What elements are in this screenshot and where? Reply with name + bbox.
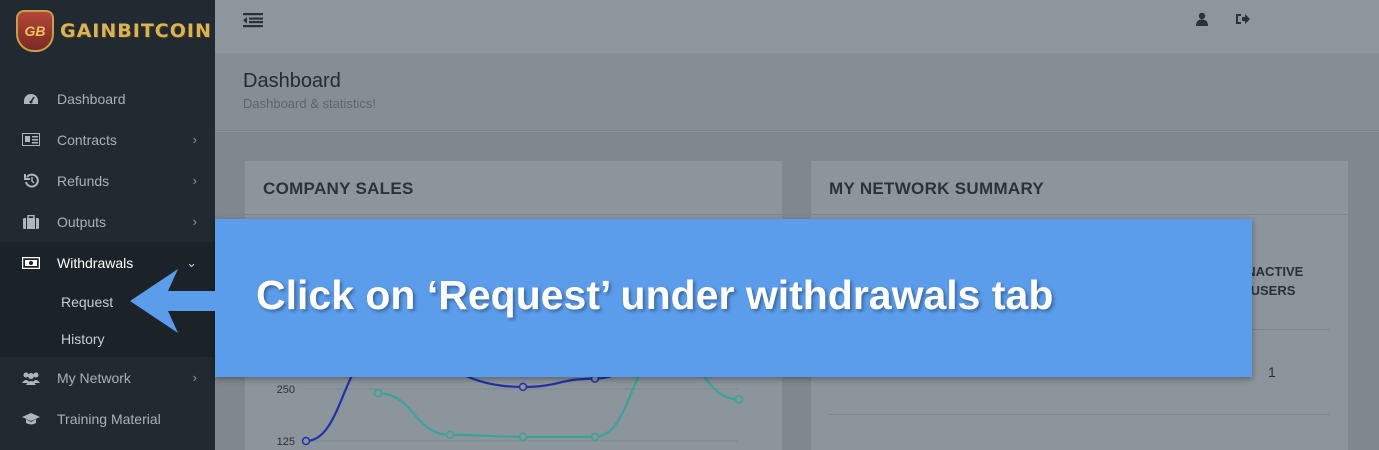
data-point: [590, 432, 600, 442]
sidebar-item-dashboard[interactable]: Dashboard: [0, 78, 215, 119]
sidebar-item-training-material[interactable]: Training Material: [0, 398, 215, 439]
dashboard-icon: [22, 91, 40, 107]
data-point: [373, 388, 383, 398]
page-subtitle: Dashboard & statistics!: [243, 96, 376, 111]
data-point: [518, 432, 528, 442]
sidebar-item-label: Contracts: [57, 131, 117, 148]
graduation-cap-icon: [22, 411, 40, 427]
user-icon[interactable]: [1195, 12, 1209, 31]
instruction-text: Click on ‘Request’ under withdrawals tab: [256, 272, 1054, 318]
divider: [811, 214, 1348, 215]
data-point: [518, 382, 528, 392]
data-point: [734, 395, 744, 404]
data-point: [301, 436, 311, 446]
top-bar: [215, 0, 1379, 53]
brand-logo[interactable]: GB GAINBITCOIN: [0, 0, 215, 62]
contracts-icon: [22, 132, 40, 148]
chevron-right-icon: ›: [192, 370, 197, 385]
table-divider: [829, 414, 1330, 415]
chevron-right-icon: ›: [192, 214, 197, 229]
chevron-right-icon: ›: [192, 173, 197, 188]
inactive-users-value: 1: [1268, 364, 1276, 380]
logout-icon[interactable]: [1235, 12, 1251, 31]
y-tick-label: 250: [277, 384, 295, 396]
sidebar-item-label: Outputs: [57, 213, 107, 230]
chevron-right-icon: ›: [192, 132, 197, 147]
brand-name: GAINBITCOIN: [60, 20, 212, 42]
sidebar-nav: Dashboard Contracts › Refunds › Outputs …: [0, 78, 215, 439]
briefcase-icon: [22, 214, 40, 230]
sidebar-item-contracts[interactable]: Contracts ›: [0, 119, 215, 160]
arrow-left-icon: [130, 269, 216, 333]
sidebar-item-label: My Network: [57, 369, 131, 386]
users-icon: [22, 370, 40, 386]
sidebar-item-label: Dashboard: [57, 90, 126, 107]
sidebar: GB GAINBITCOIN Dashboard Contracts › Ref…: [0, 0, 215, 450]
data-point: [445, 430, 455, 440]
instruction-overlay: Click on ‘Request’ under withdrawals tab: [215, 219, 1252, 377]
sidebar-item-refunds[interactable]: Refunds ›: [0, 160, 215, 201]
panel-title: MY NETWORK SUMMARY: [829, 179, 1045, 198]
sidebar-item-label: Withdrawals: [57, 254, 134, 271]
sidebar-item-label: Training Material: [57, 410, 161, 427]
refunds-icon: [22, 173, 40, 189]
sidebar-item-outputs[interactable]: Outputs ›: [0, 201, 215, 242]
sidebar-item-label: Refunds: [57, 172, 110, 189]
menu-toggle-icon[interactable]: [243, 12, 263, 28]
sidebar-item-my-network[interactable]: My Network ›: [0, 357, 215, 398]
page-header: Dashboard Dashboard & statistics!: [215, 53, 1379, 131]
y-tick-label: 125: [277, 436, 295, 448]
logo-badge-icon: GB: [16, 10, 54, 52]
money-icon: [22, 255, 40, 271]
page-title: Dashboard: [243, 70, 341, 92]
logo-initials: GB: [24, 23, 46, 39]
